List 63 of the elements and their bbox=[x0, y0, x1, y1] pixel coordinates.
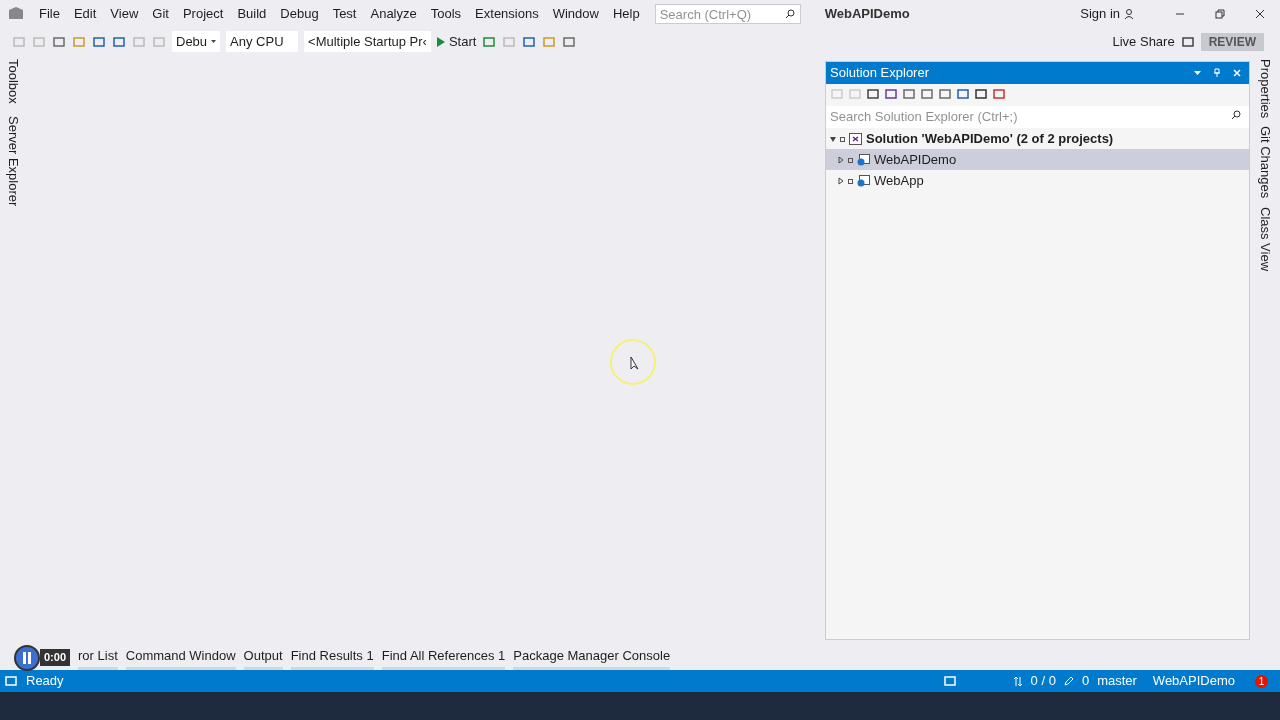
lock-icon bbox=[848, 156, 853, 163]
menu-item[interactable]: Project bbox=[175, 4, 231, 24]
start-button[interactable]: Start bbox=[436, 31, 477, 52]
repository-status[interactable]: WebAPIDemo bbox=[1152, 671, 1235, 691]
side-tab[interactable]: Properties bbox=[1255, 59, 1275, 119]
pencil-icon bbox=[1063, 676, 1074, 686]
dropdown-icon[interactable] bbox=[1194, 71, 1201, 75]
platform-dropdown[interactable]: Any CPU bbox=[226, 31, 299, 52]
menu-item[interactable]: Git bbox=[145, 4, 176, 24]
pause-icon bbox=[22, 651, 32, 664]
startup-dropdown[interactable]: <Multiple Startup Pr‹ bbox=[304, 31, 431, 52]
account-icon[interactable] bbox=[1124, 8, 1136, 20]
lock-icon bbox=[848, 177, 853, 184]
expand-arrow-icon[interactable] bbox=[838, 155, 844, 164]
pause-button[interactable] bbox=[14, 644, 40, 671]
live-share-button[interactable]: Live Share bbox=[1112, 31, 1175, 52]
menu-item[interactable]: Build bbox=[230, 4, 274, 24]
search-field[interactable]: Search (Ctrl+Q) bbox=[654, 4, 801, 24]
caret-icon bbox=[211, 40, 217, 43]
branch-status[interactable]: master bbox=[1097, 671, 1137, 691]
search-icon bbox=[1231, 110, 1241, 120]
menu-item[interactable]: Analyze bbox=[363, 4, 424, 24]
menu-item[interactable]: File bbox=[32, 4, 67, 24]
status-text: Ready bbox=[26, 672, 64, 691]
app-logo-icon bbox=[8, 6, 24, 22]
side-tab[interactable]: Git Changes bbox=[1255, 126, 1275, 199]
menu-item[interactable]: Extensions bbox=[468, 4, 546, 24]
close-icon[interactable] bbox=[1255, 9, 1265, 19]
expand-arrow-icon[interactable] bbox=[838, 176, 844, 185]
web-project-icon bbox=[857, 153, 870, 166]
menu-item[interactable]: Edit bbox=[66, 4, 104, 24]
side-tab[interactable]: Toolbox bbox=[3, 59, 23, 104]
cursor-highlight-icon bbox=[608, 337, 658, 387]
menu-item[interactable]: Tools bbox=[423, 4, 469, 24]
review-badge: REVIEW bbox=[1200, 32, 1264, 51]
video-time: 0:00 bbox=[40, 649, 71, 666]
panel-title: Solution Explorer bbox=[830, 64, 929, 83]
side-tab[interactable]: Class View bbox=[1255, 206, 1275, 271]
web-project-icon bbox=[857, 174, 870, 187]
restore-icon[interactable] bbox=[1215, 9, 1225, 19]
sync-status[interactable]: 0 / 0 bbox=[1030, 671, 1056, 691]
pin-icon[interactable] bbox=[1213, 68, 1221, 78]
menu-item[interactable]: Window bbox=[545, 4, 606, 24]
tree-item[interactable]: WebAPIDemo bbox=[826, 149, 1249, 170]
tree-item[interactable]: WebApp bbox=[826, 170, 1249, 191]
menu-item[interactable]: Test bbox=[325, 4, 364, 24]
changes-status[interactable]: 0 bbox=[1081, 671, 1090, 691]
play-icon bbox=[436, 36, 445, 47]
search-icon bbox=[784, 9, 795, 19]
expand-arrow-icon[interactable] bbox=[830, 134, 836, 143]
sign-in-link[interactable]: Sign in bbox=[1080, 4, 1120, 24]
menu-item[interactable]: Help bbox=[605, 4, 647, 24]
tree-item[interactable]: Solution 'WebAPIDemo' (2 of 2 projects) bbox=[826, 128, 1249, 149]
configuration-dropdown[interactable]: Debu bbox=[172, 31, 221, 52]
menu-item[interactable]: View bbox=[103, 4, 146, 24]
menu-item[interactable]: Debug bbox=[273, 4, 326, 24]
side-tab[interactable]: Server Explorer bbox=[3, 115, 23, 207]
sync-arrows-icon bbox=[1012, 675, 1023, 687]
notification-badge[interactable]: 1 bbox=[1255, 674, 1268, 688]
solution-icon bbox=[849, 132, 862, 145]
lock-icon bbox=[840, 135, 845, 142]
window-title: WebAPIDemo bbox=[824, 5, 910, 24]
search-field[interactable]: Search Solution Explorer (Ctrl+;) bbox=[826, 105, 1249, 128]
